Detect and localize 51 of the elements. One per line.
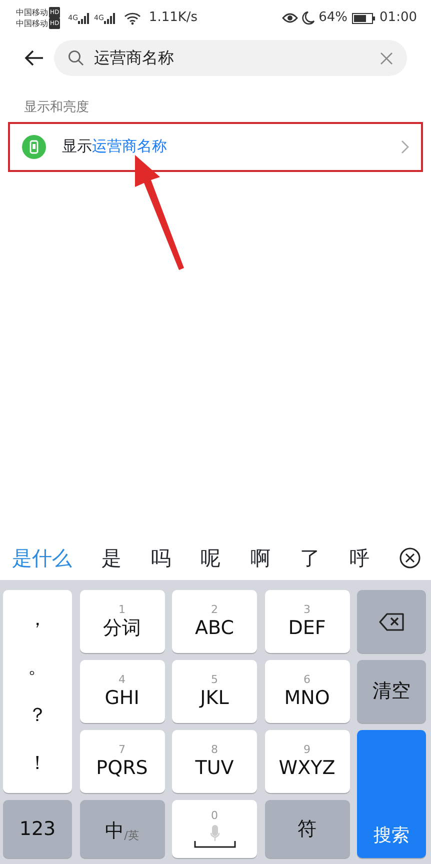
candidate-word[interactable]: 啊 xyxy=(250,542,270,572)
keyboard-key[interactable]: 清空 xyxy=(357,660,426,723)
keyboard-key[interactable]: 8 TUV xyxy=(172,730,257,793)
result-text[interactable]: 显示运营商名称 xyxy=(62,135,401,158)
keyboard-key[interactable]: 123 xyxy=(3,800,72,858)
close-icon[interactable] xyxy=(398,546,421,568)
candidate-word[interactable]: 是什么 xyxy=(12,542,72,572)
keyboard-key[interactable]: 9 WXYZ xyxy=(264,730,350,793)
search-bar[interactable]: 运营商名称 xyxy=(54,40,407,76)
search-result[interactable]: 显示运营商名称 xyxy=(10,124,421,170)
signal-icon xyxy=(104,12,116,24)
candidate-word[interactable]: 呢 xyxy=(200,542,221,572)
battery-icon xyxy=(352,12,376,24)
keyboard-key[interactable]: 2 ABC xyxy=(172,590,257,653)
signal-icon xyxy=(78,12,90,24)
candidate-word[interactable]: 了 xyxy=(300,542,320,572)
microphone-icon xyxy=(210,824,220,841)
chevron-icon xyxy=(401,140,409,154)
phone-icon xyxy=(22,134,46,158)
clear-icon[interactable] xyxy=(380,52,393,64)
keyboard-key[interactable]: 符 xyxy=(264,800,350,858)
moon-icon xyxy=(302,11,315,25)
wifi-icon xyxy=(124,12,141,24)
punctuation-char[interactable]: 。 xyxy=(28,657,47,678)
keyboard-key[interactable]: 7 PQRS xyxy=(80,730,164,793)
carrier-name: 中国移动 xyxy=(16,18,48,29)
battery-percent: 64% xyxy=(318,9,348,28)
eye-icon xyxy=(282,12,298,24)
keyboard-key[interactable]: 4 GHI xyxy=(80,660,164,723)
punctuation-char[interactable]: ， xyxy=(28,609,47,630)
backspace-icon xyxy=(378,612,404,630)
punctuation-char[interactable]: ！ xyxy=(28,752,47,774)
search-field[interactable]: 运营商名称 xyxy=(92,45,372,71)
language-key[interactable]: 中/英 xyxy=(80,800,164,858)
carrier-name: 中国移动 xyxy=(16,7,48,18)
search-icon xyxy=(68,50,84,66)
keyboard-key[interactable]: 6 MNO xyxy=(264,660,350,723)
candidate-word[interactable]: 是 xyxy=(102,542,122,572)
keyboard-key[interactable]: 5 JKL xyxy=(172,660,257,723)
clock: 01:00 xyxy=(380,9,417,28)
candidate-word[interactable]: 呼 xyxy=(349,542,370,572)
keyboard-key[interactable]: 3 DEF xyxy=(264,590,350,653)
section-title: 显示和亮度 xyxy=(23,99,90,117)
backspace-key[interactable] xyxy=(357,590,426,653)
keyboard-key[interactable]: 1 分词 xyxy=(80,590,164,653)
network-speed: 1.11K/s xyxy=(148,9,198,28)
punctuation-char[interactable]: ？ xyxy=(28,704,47,726)
back-icon[interactable] xyxy=(24,50,44,66)
candidate-word[interactable]: 吗 xyxy=(151,542,172,572)
search-key[interactable]: 搜索 xyxy=(357,730,426,858)
space-icon xyxy=(194,840,236,848)
